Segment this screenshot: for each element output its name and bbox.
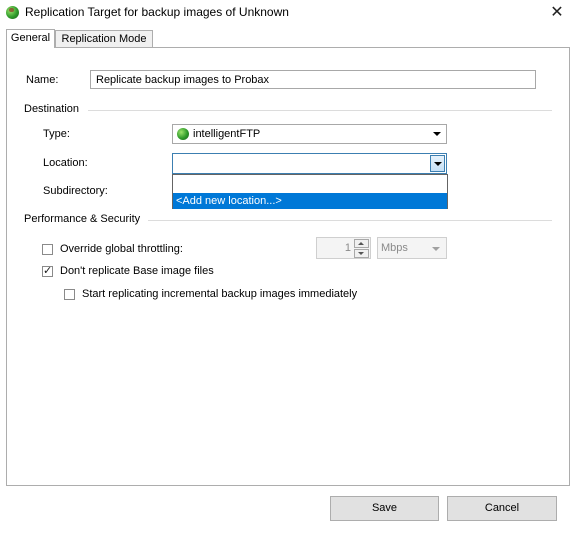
globe-icon bbox=[177, 128, 189, 140]
tab-general[interactable]: General bbox=[6, 29, 55, 48]
location-option-empty[interactable] bbox=[173, 175, 447, 192]
dont-replicate-base-checkbox[interactable] bbox=[42, 264, 53, 277]
location-select[interactable] bbox=[172, 153, 447, 174]
title-bar: Replication Target for backup images of … bbox=[0, 0, 574, 26]
chevron-down-icon bbox=[358, 252, 364, 255]
globe-icon bbox=[6, 6, 19, 19]
cancel-button[interactable]: Cancel bbox=[447, 496, 557, 521]
override-throttling-checkbox[interactable] bbox=[42, 244, 53, 255]
spin-up-button[interactable] bbox=[354, 239, 369, 248]
type-value: intelligentFTP bbox=[193, 128, 261, 140]
chevron-down-icon bbox=[433, 132, 441, 136]
chevron-down-icon bbox=[434, 162, 442, 166]
throttle-value: 1 bbox=[344, 242, 351, 254]
destination-divider bbox=[88, 110, 552, 111]
location-option-add-new[interactable]: <Add new location...> bbox=[173, 193, 447, 209]
close-icon[interactable]: ✕ bbox=[545, 1, 569, 25]
type-select[interactable]: intelligentFTP bbox=[172, 124, 447, 144]
override-throttling-label: Override global throttling: bbox=[60, 243, 183, 255]
name-input[interactable]: Replicate backup images to Probax bbox=[90, 70, 536, 89]
performance-divider bbox=[148, 220, 552, 221]
chevron-down-icon bbox=[432, 247, 440, 251]
location-dropdown-button[interactable] bbox=[430, 155, 445, 172]
save-button[interactable]: Save bbox=[330, 496, 439, 521]
subdirectory-label: Subdirectory: bbox=[43, 185, 108, 197]
performance-heading: Performance & Security bbox=[24, 213, 141, 225]
location-label: Location: bbox=[43, 157, 88, 169]
start-incremental-label: Start replicating incremental backup ima… bbox=[82, 288, 358, 300]
throttle-stepper[interactable]: 1 bbox=[316, 237, 371, 259]
type-label: Type: bbox=[43, 128, 70, 140]
dont-replicate-base-label: Don't replicate Base image files bbox=[60, 265, 214, 277]
spin-down-button[interactable] bbox=[354, 249, 369, 258]
tab-replication-mode[interactable]: Replication Mode bbox=[55, 30, 153, 48]
window-title: Replication Target for backup images of … bbox=[25, 5, 289, 19]
throttle-unit-value: Mbps bbox=[381, 242, 408, 254]
location-dropdown-list: <Add new location...> bbox=[172, 174, 448, 209]
chevron-up-icon bbox=[358, 242, 364, 245]
start-incremental-checkbox[interactable] bbox=[64, 289, 75, 300]
destination-heading: Destination bbox=[24, 103, 80, 115]
throttle-unit-select[interactable]: Mbps bbox=[377, 237, 447, 259]
name-label: Name: bbox=[26, 74, 59, 86]
